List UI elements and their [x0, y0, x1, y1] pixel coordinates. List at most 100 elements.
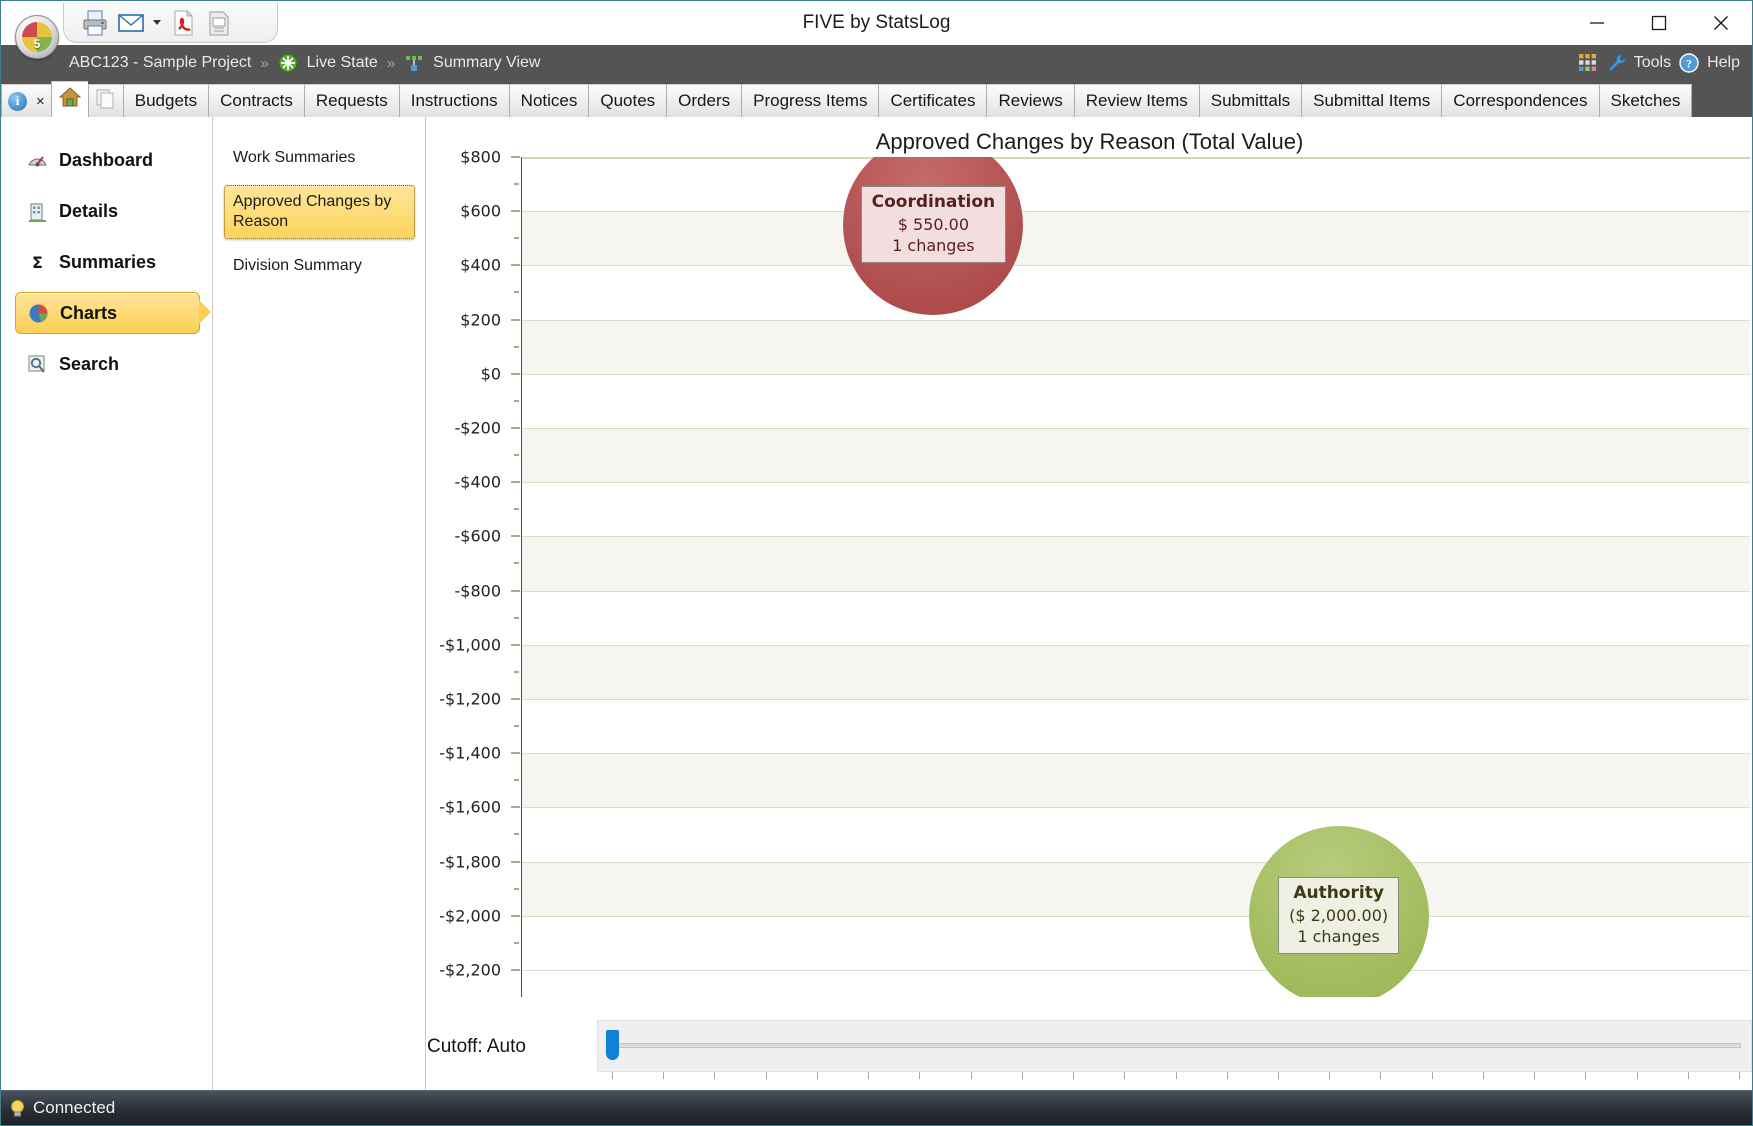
- list-item-division-summary[interactable]: Division Summary: [224, 249, 415, 283]
- tab-contracts[interactable]: Contracts: [208, 84, 304, 117]
- y-axis-tick-label: $800: [460, 147, 501, 167]
- tab-certificates[interactable]: Certificates: [878, 84, 987, 117]
- status-text: Connected: [33, 1098, 116, 1117]
- copy-icon: [95, 88, 117, 115]
- y-axis-tick-mark: [511, 427, 520, 429]
- y-axis-tick-mark: [511, 806, 520, 808]
- y-axis-tick-mark: [511, 644, 520, 646]
- tab-sketches[interactable]: Sketches: [1598, 84, 1693, 117]
- report-icon[interactable]: [204, 9, 234, 37]
- tab-bar: i × Budgets Contracts Requests Instructi…: [1, 81, 1752, 117]
- cutoff-slider-thumb[interactable]: [606, 1030, 619, 1060]
- y-axis-minor-tick: [514, 183, 519, 185]
- apps-grid-icon[interactable]: [1578, 53, 1598, 73]
- sidebar-item-charts[interactable]: Charts: [15, 292, 211, 334]
- breadcrumb-bar: ABC123 - Sample Project » Live State » S…: [1, 45, 1752, 81]
- y-axis-tick-label: -$800: [454, 581, 502, 601]
- sidebar-item-dashboard[interactable]: Dashboard: [15, 139, 200, 181]
- grid-line: [522, 590, 1750, 592]
- slider-tick: [970, 1072, 972, 1079]
- tab-info[interactable]: i ×: [1, 84, 51, 117]
- chart-title: Approved Changes by Reason (Total Value): [875, 129, 1304, 154]
- info-icon: i: [8, 91, 27, 111]
- sidebar-item-search[interactable]: Search: [15, 343, 200, 385]
- window-controls: [1566, 1, 1752, 45]
- header-actions: Tools ? Help: [1578, 45, 1740, 81]
- bubble-count: 1 changes: [1297, 926, 1380, 946]
- tab-progress-items[interactable]: Progress Items: [741, 84, 879, 117]
- chart-bubble[interactable]: Authority ($ 2,000.00) 1 changes: [1248, 825, 1429, 997]
- breadcrumb-state[interactable]: Live State: [307, 54, 378, 72]
- breadcrumb: ABC123 - Sample Project » Live State » S…: [69, 53, 540, 73]
- slider-tick: [1124, 1072, 1126, 1079]
- cutoff-slider-track[interactable]: [612, 1043, 1741, 1048]
- tab-quotes[interactable]: Quotes: [588, 84, 667, 117]
- pie-chart-icon: [28, 303, 49, 324]
- maximize-icon[interactable]: [1628, 1, 1690, 45]
- grid-line: [522, 969, 1750, 971]
- tab-review-items[interactable]: Review Items: [1073, 84, 1199, 117]
- bubble-value: ($ 2,000.00): [1289, 905, 1389, 925]
- y-axis-tick-label: -$2,000: [439, 906, 501, 926]
- grid-line: [522, 373, 1750, 375]
- sidebar-item-label: Dashboard: [59, 149, 154, 170]
- email-icon[interactable]: [116, 9, 146, 37]
- y-axis-tick-mark: [511, 481, 520, 483]
- sidebar-item-details[interactable]: Details: [15, 190, 200, 232]
- tab-orders[interactable]: Orders: [666, 84, 742, 117]
- y-axis-minor-tick: [514, 346, 519, 348]
- bubble-category-name: Coordination: [871, 192, 996, 213]
- print-icon[interactable]: [80, 9, 110, 37]
- plot-band: [522, 211, 1750, 266]
- slider-tick: [919, 1072, 921, 1079]
- y-axis-tick-mark: [511, 861, 520, 863]
- y-axis-tick-label: -$600: [454, 526, 502, 546]
- list-item-approved-changes-by-reason[interactable]: Approved Changes by Reason: [224, 185, 415, 239]
- email-dropdown-caret[interactable]: [152, 9, 162, 37]
- grid-line: [522, 536, 1750, 538]
- y-axis-tick-label: -$1,400: [439, 743, 501, 763]
- tab-budgets[interactable]: Budgets: [122, 84, 209, 117]
- minimize-icon[interactable]: [1566, 1, 1628, 45]
- tab-requests[interactable]: Requests: [303, 84, 399, 117]
- tab-home[interactable]: [50, 81, 88, 117]
- breadcrumb-view[interactable]: Summary View: [433, 54, 540, 72]
- breadcrumb-project[interactable]: ABC123 - Sample Project: [69, 54, 251, 72]
- cutoff-label: Cutoff: Auto: [427, 1036, 526, 1057]
- slider-tick: [1431, 1072, 1433, 1079]
- tab-submittals[interactable]: Submittals: [1198, 84, 1302, 117]
- grid-line: [522, 915, 1750, 917]
- sigma-icon: Σ: [27, 252, 48, 273]
- help-icon[interactable]: ?: [1679, 53, 1699, 73]
- tab-submittal-items[interactable]: Submittal Items: [1301, 84, 1442, 117]
- app-menu-orb[interactable]: 5: [15, 15, 59, 59]
- slider-tick: [1687, 1072, 1689, 1079]
- y-axis-tick-label: -$1,600: [439, 797, 501, 817]
- y-axis-tick-label: $200: [460, 310, 501, 330]
- close-icon-tab[interactable]: ×: [36, 93, 45, 110]
- pdf-icon[interactable]: [168, 9, 198, 37]
- slider-tick: [1021, 1072, 1023, 1079]
- magnifier-icon: [27, 354, 48, 375]
- y-axis-tick-label: -$1,000: [439, 635, 501, 655]
- tab-instructions[interactable]: Instructions: [398, 84, 509, 117]
- close-icon[interactable]: [1690, 1, 1752, 45]
- chart-bubble[interactable]: Coordination $ 550.00 1 changes: [843, 157, 1024, 315]
- tab-reviews[interactable]: Reviews: [986, 84, 1074, 117]
- cutoff-slider[interactable]: [597, 1020, 1752, 1079]
- wrench-icon[interactable]: [1606, 53, 1626, 73]
- grid-line: [522, 807, 1750, 809]
- y-axis-tick-mark: [511, 915, 520, 917]
- tab-copy[interactable]: [87, 84, 123, 117]
- tools-button[interactable]: Tools: [1634, 54, 1671, 72]
- y-axis-minor-tick: [514, 617, 519, 619]
- sidebar-item-summaries[interactable]: Σ Summaries: [15, 241, 200, 283]
- y-axis-tick-mark: [511, 698, 520, 700]
- y-axis-tick-label: -$2,200: [439, 960, 501, 980]
- slider-tick: [612, 1072, 613, 1079]
- list-item-work-summaries[interactable]: Work Summaries: [224, 141, 415, 175]
- y-axis-minor-tick: [514, 942, 519, 944]
- tab-correspondences[interactable]: Correspondences: [1441, 84, 1599, 117]
- tab-notices[interactable]: Notices: [508, 84, 589, 117]
- help-button[interactable]: Help: [1707, 54, 1740, 72]
